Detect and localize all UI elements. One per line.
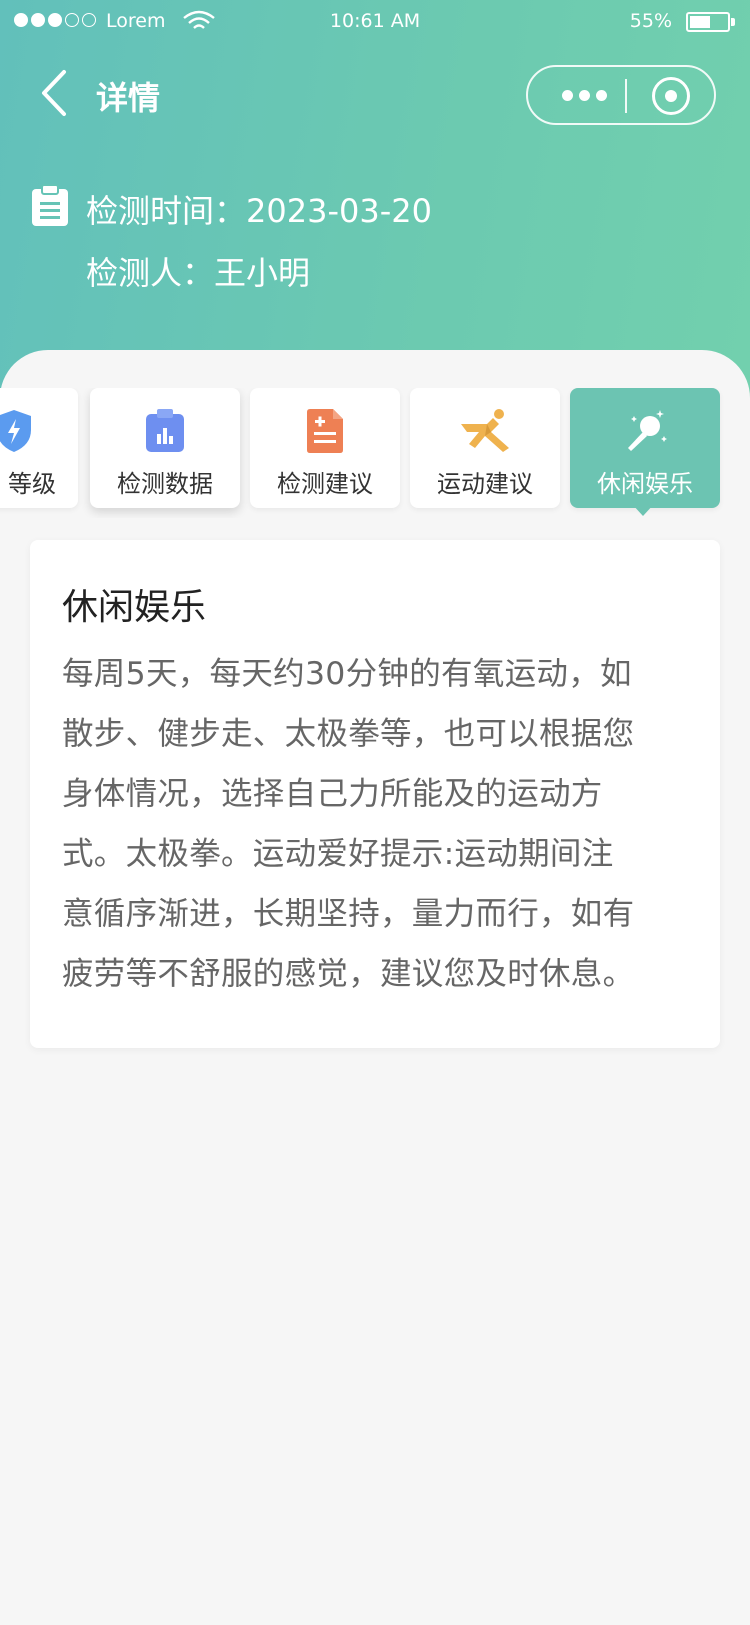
detection-time: 检测时间：2023-03-20 (86, 192, 432, 230)
content-line: 散步、健步走、太极拳等，也可以根据您 (62, 716, 635, 752)
tab-grade[interactable]: 等级 (0, 388, 78, 508)
battery-percent: 55% (629, 10, 672, 32)
tab-detection-advice[interactable]: 检测建议 (250, 388, 400, 508)
back-chevron-icon[interactable] (36, 68, 76, 118)
page-title: 详情 (96, 79, 161, 117)
content-line: 疲劳等不舒服的感觉，建议您及时休息。 (62, 956, 635, 992)
tab-label: 检测数据 (117, 470, 213, 498)
content-line: 每周5天，每天约30分钟的有氧运动，如 (62, 656, 632, 692)
leisure-content-card: 休闲娱乐 每周5天，每天约30分钟的有氧运动，如 散步、健步走、太极拳等，也可以… (30, 540, 720, 1048)
doc-plus-icon (307, 409, 343, 453)
more-dots-icon[interactable] (554, 67, 614, 123)
content-line: 意循序渐进，长期坚持，量力而行，如有 (62, 896, 635, 932)
battery-icon (686, 12, 730, 32)
active-tab-indicator (632, 504, 654, 516)
tab-label: 等级 (8, 470, 56, 498)
microphone-icon (628, 410, 667, 451)
navigation-bar: 详情 (0, 56, 750, 132)
chart-clipboard-icon (146, 409, 184, 452)
content-body: 每周5天，每天约30分钟的有氧运动，如 散步、健步走、太极拳等，也可以根据您 身… (62, 644, 688, 1004)
battery-tip (731, 18, 735, 26)
status-bar: Lorem 10:61 AM 55% (0, 0, 750, 44)
clipboard-icon (32, 184, 68, 226)
tab-label: 检测建议 (277, 470, 373, 498)
tab-leisure[interactable]: 休闲娱乐 (570, 388, 720, 508)
detector-name: 检测人：王小明 (86, 254, 311, 292)
tab-exercise-advice[interactable]: 运动建议 (410, 388, 560, 508)
tab-detection-data[interactable]: 检测数据 (90, 388, 240, 508)
content-title: 休闲娱乐 (62, 587, 207, 628)
category-tabs: 等级 检测数据 检测建议 运动建议 休闲娱乐 (0, 388, 750, 518)
runner-icon (461, 409, 509, 452)
target-circle-icon[interactable] (652, 77, 690, 115)
tab-label: 休闲娱乐 (597, 470, 693, 498)
tab-label: 运动建议 (437, 470, 533, 498)
mini-program-capsule (526, 65, 716, 125)
content-line: 身体情况，选择自己力所能及的运动方 (62, 776, 603, 812)
capsule-divider (625, 79, 627, 113)
shield-bolt-icon (0, 410, 31, 452)
content-line: 式。太极拳。运动爱好提示:运动期间注 (62, 836, 614, 872)
